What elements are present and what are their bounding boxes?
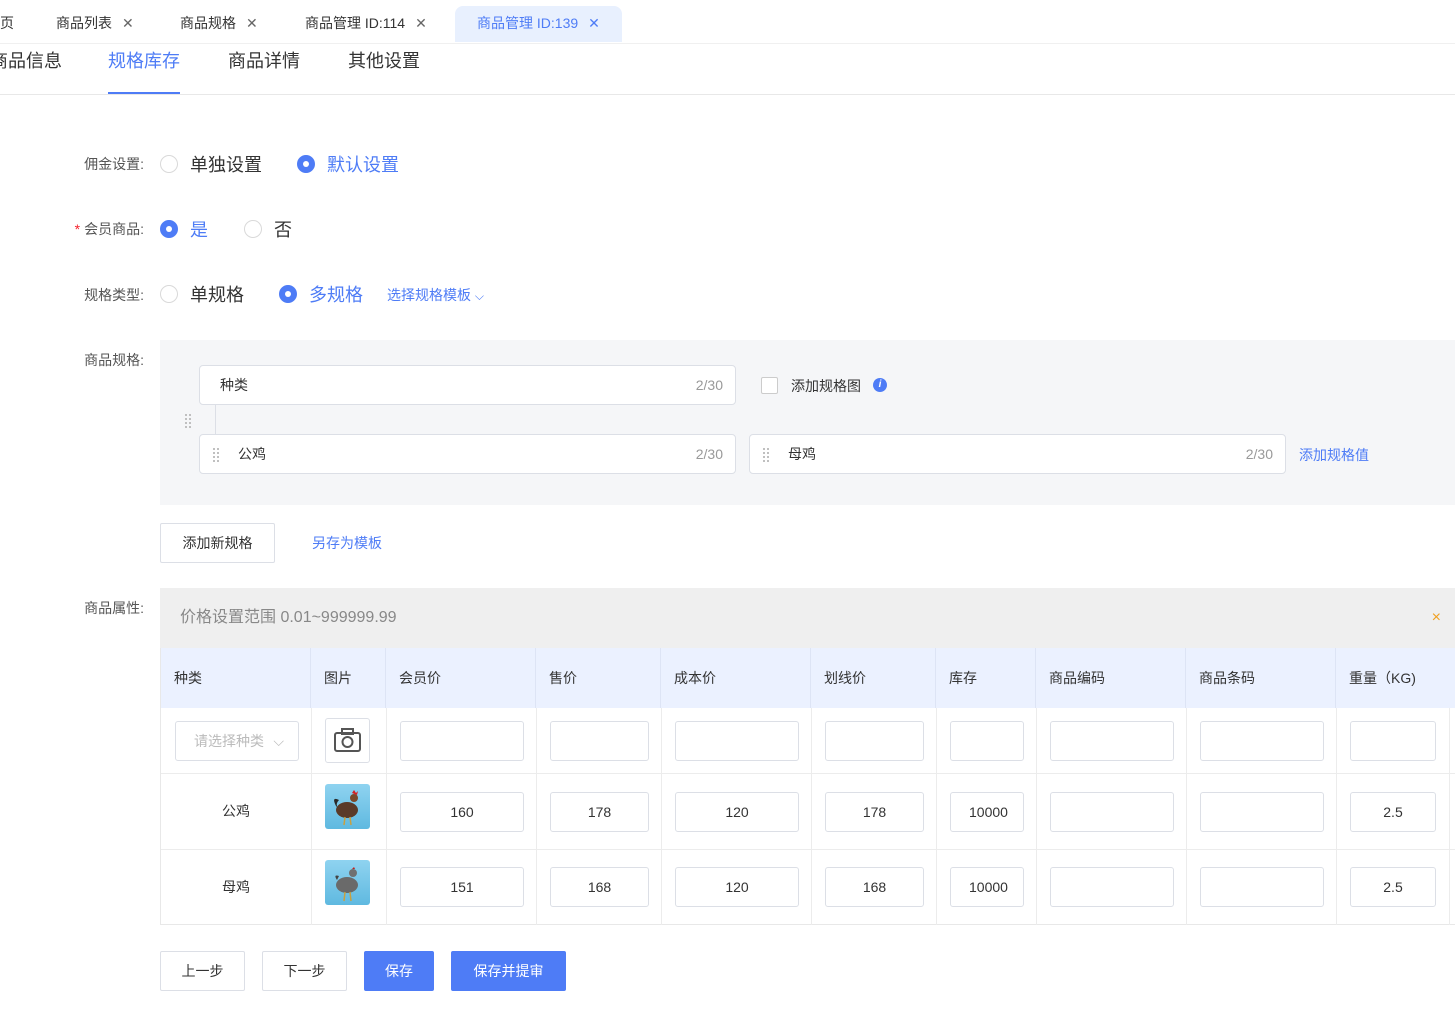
spec-value-input[interactable]: 母鸡 2/30 (749, 434, 1286, 474)
radio-member-no[interactable]: 否 (244, 216, 292, 242)
table-header: 商品编码 (1036, 648, 1186, 708)
barcode-input[interactable] (1200, 867, 1324, 907)
batch-member-price-input[interactable] (400, 721, 524, 761)
attr-label: 商品属性: (84, 600, 144, 616)
stock-input[interactable]: 10000 (950, 792, 1024, 832)
table-header: 划线价 (811, 648, 936, 708)
member-price-input[interactable]: 160 (400, 792, 524, 832)
line-price-input[interactable]: 178 (825, 792, 924, 832)
radio-commission-separate[interactable]: 单独设置 (160, 151, 262, 177)
select-spec-template-link[interactable]: 选择规格模板 ⌵ (387, 285, 484, 305)
chevron-down-icon: ⌵ (474, 289, 484, 303)
batch-price-input[interactable] (550, 721, 649, 761)
sku-table: 种类 图片 会员价 售价 成本价 划线价 库存 商品编码 商品条码 重量（KG)… (160, 648, 1455, 925)
batch-stock-input[interactable] (950, 721, 1024, 761)
commission-label: 佣金设置: (84, 156, 144, 172)
spec-value-input[interactable]: 公鸡 2/30 (199, 434, 736, 474)
code-input[interactable] (1050, 867, 1174, 907)
batch-spec-select[interactable]: 请选择种类 ⌵ (175, 721, 299, 761)
row-spec-name: 公鸡 (222, 803, 250, 819)
add-spec-image-checkbox[interactable] (761, 377, 778, 394)
cost-input[interactable]: 120 (675, 867, 799, 907)
tab-home[interactable]: 页 (0, 6, 14, 42)
weight-input[interactable]: 2.5 (1350, 792, 1436, 832)
close-icon[interactable]: ✕ (122, 15, 134, 31)
drag-handle-icon[interactable] (212, 447, 220, 463)
subtab-product-info[interactable]: 商品信息 (0, 48, 62, 94)
table-header: 售价 (536, 648, 661, 708)
batch-barcode-input[interactable] (1200, 721, 1324, 761)
tab-product-spec[interactable]: 商品规格 ✕ (180, 6, 258, 42)
table-header: 种类 (161, 648, 311, 708)
batch-code-input[interactable] (1050, 721, 1174, 761)
next-step-button[interactable]: 下一步 (262, 951, 347, 991)
save-and-submit-button[interactable]: 保存并提审 (451, 951, 566, 991)
radio-member-yes[interactable]: 是 (160, 216, 208, 242)
spec-type-label: 规格类型: (84, 287, 144, 303)
hen-image[interactable] (325, 860, 370, 905)
price-input[interactable]: 178 (550, 792, 649, 832)
subtab-other-settings[interactable]: 其他设置 (348, 48, 420, 94)
drag-handle-icon[interactable] (184, 413, 192, 429)
table-header: 重量（KG) (1336, 648, 1455, 708)
batch-weight-input[interactable] (1350, 721, 1436, 761)
radio-single-spec[interactable]: 单规格 (160, 281, 244, 307)
tab-product-139[interactable]: 商品管理 ID:139 ✕ (455, 6, 622, 42)
close-icon[interactable]: ✕ (415, 15, 427, 31)
spec-label: 商品规格: (84, 352, 144, 368)
radio-multi-spec[interactable]: 多规格 (279, 281, 363, 307)
tab-bar: 页 商品列表 ✕ 商品规格 ✕ 商品管理 ID:114 ✕ 商品管理 ID:139 ✕ (0, 0, 1455, 44)
row-spec-name: 母鸡 (222, 879, 250, 895)
close-icon[interactable]: ✕ (246, 15, 258, 31)
prev-step-button[interactable]: 上一步 (160, 951, 245, 991)
batch-line-price-input[interactable] (825, 721, 924, 761)
cost-input[interactable]: 120 (675, 792, 799, 832)
table-header: 商品条码 (1186, 648, 1336, 708)
radio-commission-default[interactable]: 默认设置 (297, 151, 399, 177)
sub-tabs: 商品信息 规格库存 商品详情 其他设置 (0, 44, 1455, 95)
rooster-image[interactable] (325, 784, 370, 829)
info-icon[interactable]: i (873, 378, 887, 392)
stock-input[interactable]: 10000 (950, 867, 1024, 907)
add-spec-image-label: 添加规格图 (791, 378, 861, 394)
close-icon[interactable]: × (1432, 588, 1441, 648)
member-label: * 会员商品: (74, 221, 144, 237)
line-price-input[interactable]: 168 (825, 867, 924, 907)
add-new-spec-button[interactable]: 添加新规格 (160, 523, 275, 563)
drag-handle-icon[interactable] (762, 447, 770, 463)
weight-input[interactable]: 2.5 (1350, 867, 1436, 907)
batch-cost-input[interactable] (675, 721, 799, 761)
table-header: 会员价 (386, 648, 536, 708)
table-header: 库存 (936, 648, 1036, 708)
tab-product-114[interactable]: 商品管理 ID:114 ✕ (305, 6, 427, 42)
table-header: 图片 (311, 648, 386, 708)
camera-icon (334, 728, 361, 752)
close-icon[interactable]: ✕ (588, 15, 600, 31)
code-input[interactable] (1050, 792, 1174, 832)
save-button[interactable]: 保存 (364, 951, 434, 991)
subtab-product-detail[interactable]: 商品详情 (228, 48, 300, 94)
save-as-template-link[interactable]: 另存为模板 (312, 533, 382, 553)
upload-image-button[interactable] (325, 718, 370, 763)
chevron-down-icon: ⌵ (273, 733, 284, 749)
add-spec-value-link[interactable]: 添加规格值 (1299, 445, 1369, 465)
barcode-input[interactable] (1200, 792, 1324, 832)
member-price-input[interactable]: 151 (400, 867, 524, 907)
subtab-spec-stock[interactable]: 规格库存 (108, 48, 180, 94)
price-input[interactable]: 168 (550, 867, 649, 907)
spec-name-input[interactable]: 种类 2/30 (199, 365, 736, 405)
tab-product-list[interactable]: 商品列表 ✕ (56, 6, 134, 42)
tree-connector (215, 405, 216, 435)
price-range-alert: 价格设置范围 0.01~999999.99 × (160, 588, 1455, 648)
table-header: 成本价 (661, 648, 811, 708)
